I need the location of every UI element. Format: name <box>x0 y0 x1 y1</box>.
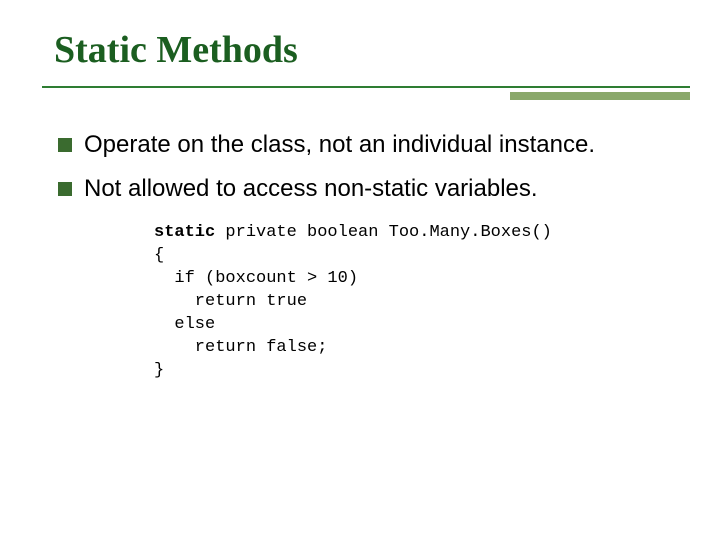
bullet-text: Operate on the class, not an individual … <box>84 130 595 160</box>
rule-long <box>42 86 690 88</box>
code-line: { <box>154 246 164 265</box>
slide-title: Static Methods <box>54 28 670 72</box>
code-line: return false; <box>154 338 327 357</box>
bullet-text: Not allowed to access non-static variabl… <box>84 174 538 204</box>
title-rule <box>54 80 670 102</box>
rule-short <box>510 92 690 100</box>
code-line: } <box>154 361 164 380</box>
square-bullet-icon <box>58 138 72 152</box>
code-keyword: static <box>154 223 215 242</box>
square-bullet-icon <box>58 182 72 196</box>
code-block: static private boolean Too.Many.Boxes() … <box>154 222 670 383</box>
code-line: private boolean Too.Many.Boxes() <box>215 223 552 242</box>
code-line: else <box>154 315 215 334</box>
bullet-list: Operate on the class, not an individual … <box>54 130 670 204</box>
bullet-item: Operate on the class, not an individual … <box>58 130 670 160</box>
slide: Static Methods Operate on the class, not… <box>0 0 720 540</box>
bullet-item: Not allowed to access non-static variabl… <box>58 174 670 204</box>
code-line: return true <box>154 292 307 311</box>
code-line: if (boxcount > 10) <box>154 269 358 288</box>
